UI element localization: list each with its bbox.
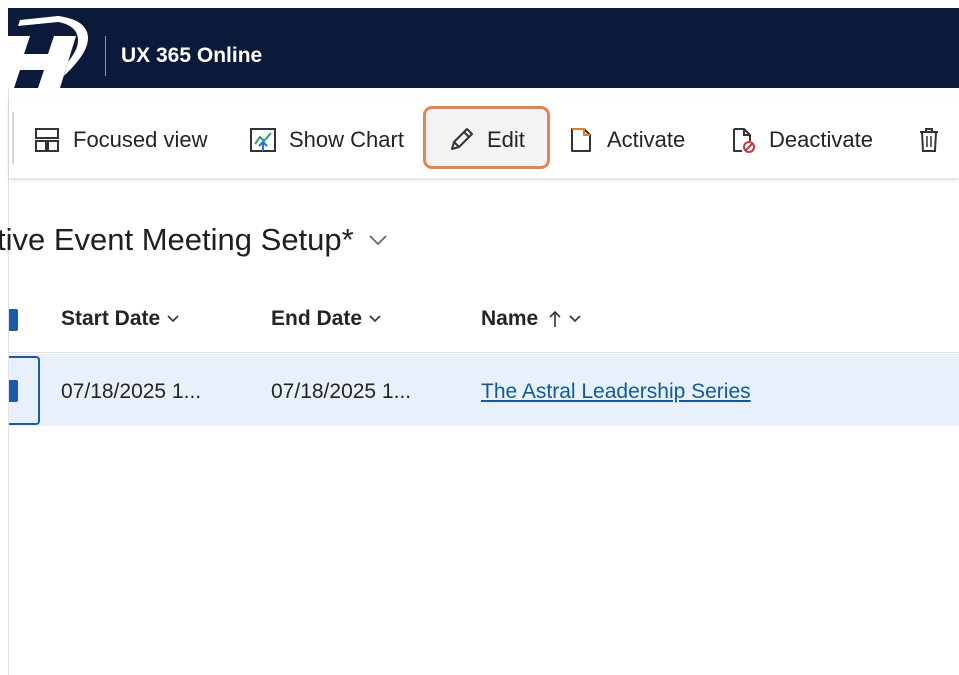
pencil-icon <box>451 128 473 150</box>
row-checkbox[interactable] <box>9 380 18 402</box>
show-chart-button[interactable]: Show Chart <box>249 116 404 164</box>
cell-end-date: 07/18/2025 1... <box>271 380 412 403</box>
chevron-down-icon <box>369 235 387 246</box>
column-header-start-date[interactable]: Start Date <box>61 302 180 336</box>
chevron-down-icon <box>369 315 381 323</box>
header-divider <box>105 36 106 76</box>
activate-button[interactable]: Activate <box>567 116 685 164</box>
edit-label: Edit <box>487 127 525 152</box>
app-title[interactable]: UX 365 Online <box>121 36 262 76</box>
sort-ascending-arrow-icon <box>549 310 561 327</box>
view-title: tive Event Meeting Setup* <box>0 222 354 257</box>
grid-header-divider <box>9 352 959 353</box>
view-selector[interactable]: tive Event Meeting Setup* <box>0 220 388 260</box>
delete-button[interactable] <box>917 116 953 164</box>
chevron-down-icon <box>569 315 581 323</box>
focused-view-button[interactable]: Focused view <box>33 116 208 164</box>
command-bar-separator <box>12 112 14 164</box>
column-header-label: Start Date <box>61 307 161 330</box>
edit-button[interactable]: Edit <box>447 116 525 164</box>
column-header-label: Name <box>481 307 539 330</box>
show-chart-label: Show Chart <box>289 127 404 152</box>
cell-name-link[interactable]: The Astral Leadership Series <box>481 376 751 408</box>
select-all-checkbox[interactable] <box>9 309 18 331</box>
trash-icon <box>920 128 938 152</box>
focused-view-icon <box>35 128 59 152</box>
column-header-end-date[interactable]: End Date <box>271 302 382 336</box>
cell-start-date: 07/18/2025 1... <box>61 380 202 403</box>
column-header-label: End Date <box>271 307 363 330</box>
app-header: UX 365 Online <box>8 8 959 88</box>
deactivate-button[interactable]: Deactivate <box>729 116 873 164</box>
deactivate-label: Deactivate <box>769 127 873 152</box>
chevron-down-icon <box>167 315 179 323</box>
activate-document-icon <box>571 128 591 152</box>
activate-label: Activate <box>607 127 686 152</box>
chart-icon <box>250 128 276 152</box>
column-header-name[interactable]: Name <box>481 302 582 336</box>
focused-view-label: Focused view <box>73 127 208 152</box>
deactivate-document-icon <box>733 128 755 153</box>
company-logo-icon[interactable] <box>8 14 92 88</box>
